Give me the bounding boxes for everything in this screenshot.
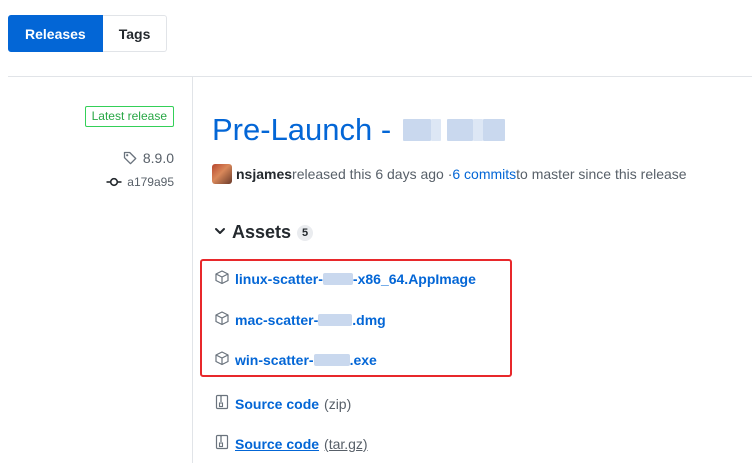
release-tabs: Releases Tags xyxy=(8,15,168,52)
timeline-divider xyxy=(192,77,193,463)
release-title-text: Pre-Launch - xyxy=(212,112,392,147)
divider xyxy=(8,76,752,77)
avatar[interactable] xyxy=(212,164,232,184)
file-zip-icon xyxy=(214,434,230,453)
redacted-version xyxy=(473,119,484,141)
file-zip-icon xyxy=(214,394,230,413)
source-tar-format: (tar.gz) xyxy=(324,435,368,452)
source-zip-format: (zip) xyxy=(324,395,352,412)
assets-toggle[interactable]: Assets 5 xyxy=(214,222,314,243)
source-tar-link[interactable]: Source code xyxy=(235,436,319,452)
highlight-box xyxy=(200,259,512,377)
released-text: released this 6 days ago · xyxy=(292,166,453,182)
release-commit[interactable]: a179a95 xyxy=(106,175,174,189)
redacted-version xyxy=(403,119,432,141)
author-link[interactable]: nsjames xyxy=(236,166,292,182)
source-zip-link[interactable]: Source code xyxy=(235,396,319,412)
assets-heading: Assets xyxy=(232,222,292,242)
redacted-version xyxy=(431,119,442,141)
redacted-version xyxy=(447,119,474,141)
commits-link[interactable]: 6 commits xyxy=(452,166,516,182)
release-title[interactable]: Pre-Launch - xyxy=(212,110,506,150)
tab-tags[interactable]: Tags xyxy=(102,15,168,52)
tab-releases[interactable]: Releases xyxy=(8,15,103,52)
commit-icon xyxy=(106,176,122,188)
branch-text: to master since this release xyxy=(516,166,687,182)
commit-sha: a179a95 xyxy=(127,175,174,189)
release-byline: nsjames released this 6 days ago · 6 com… xyxy=(212,164,687,184)
tag-label: 8.9.0 xyxy=(142,150,174,166)
assets-count-badge: 5 xyxy=(297,224,314,241)
redacted-version xyxy=(483,119,506,141)
tag-icon xyxy=(122,150,138,166)
chevron-down-icon xyxy=(214,224,226,242)
source-tar-item[interactable]: Source code (tar.gz) xyxy=(214,434,368,453)
source-zip-item[interactable]: Source code (zip) xyxy=(214,394,351,413)
latest-release-badge: Latest release xyxy=(84,106,174,127)
release-tag[interactable]: 8.9.0 xyxy=(122,150,174,166)
